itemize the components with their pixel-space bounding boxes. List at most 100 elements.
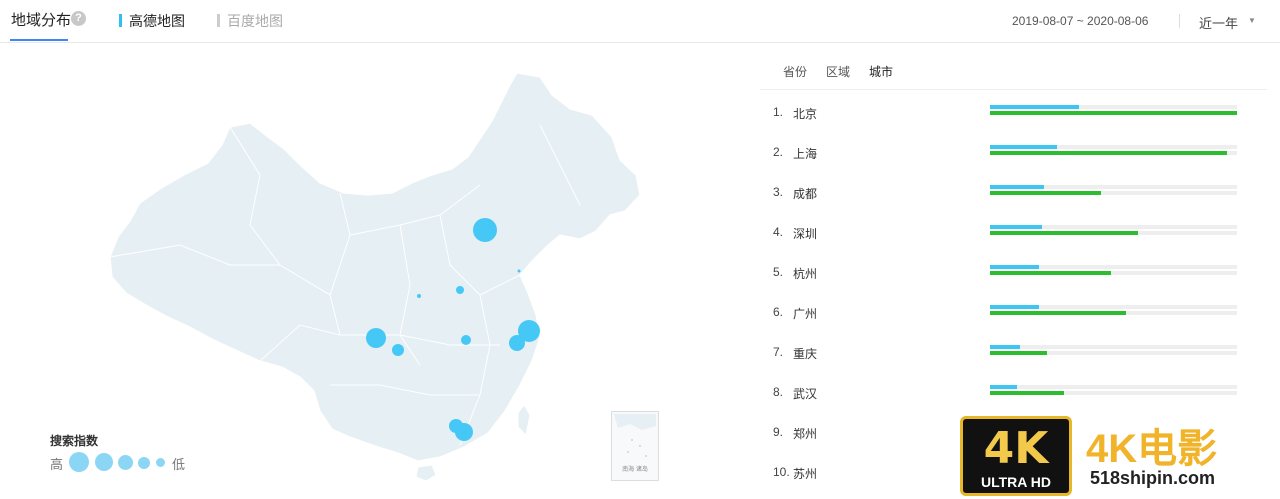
tab-label: 高德地图: [129, 13, 185, 29]
legend-dot-md: [118, 455, 133, 470]
city-name: 上海: [793, 147, 818, 161]
bar-fill-blue: [990, 265, 1039, 269]
bubble-wuhan[interactable]: [461, 335, 471, 345]
bar-track-blue: [990, 385, 1237, 389]
city-name: 武汉: [793, 387, 818, 401]
region-subtabs: 省份 区域 城市: [760, 60, 1267, 90]
chevron-down-icon[interactable]: ▼: [1248, 16, 1256, 25]
tab-indicator: [119, 14, 122, 27]
legend-title: 搜索指数: [50, 434, 99, 448]
top-bar: 地域分布 ? 高德地图 百度地图 2019-08-07 ~ 2020-08-06…: [0, 0, 1280, 43]
tab-gaode-map[interactable]: 高德地图: [119, 11, 185, 31]
watermark-badge-sub: ULTRA HD: [981, 474, 1051, 490]
bar-track-blue: [990, 185, 1237, 189]
bar-fill-green: [990, 351, 1047, 355]
table-row[interactable]: 5. 杭州: [760, 265, 1267, 305]
watermark-brand: 4K电影: [1086, 427, 1218, 471]
bar-fill-green: [990, 311, 1126, 315]
rank-number: 7.: [773, 345, 784, 359]
map-landmass: [109, 72, 641, 462]
china-map[interactable]: [100, 65, 670, 495]
watermark-badge-main: 4K: [983, 423, 1049, 474]
bar-fill-blue: [990, 105, 1079, 109]
bar-track-green: [990, 191, 1237, 195]
rank-number: 10.: [773, 465, 790, 479]
bubble-chongqing[interactable]: [392, 344, 404, 356]
bubble-zhengzhou[interactable]: [456, 286, 464, 294]
bubble-beijing[interactable]: [473, 218, 497, 242]
tab-city[interactable]: 城市: [869, 63, 893, 80]
watermark: 4K ULTRA HD 4K电影 518shipin.com: [958, 412, 1280, 499]
bar-fill-green: [990, 111, 1237, 115]
tab-indicator: [217, 14, 220, 27]
bar-track-blue: [990, 345, 1237, 349]
rank-number: 2.: [773, 145, 784, 159]
legend-low-label: 低: [172, 457, 186, 472]
bar-fill-green: [990, 151, 1227, 155]
bar-track-blue: [990, 105, 1237, 109]
inset-label: 南海 诸岛: [622, 467, 648, 473]
bubble-xian[interactable]: [417, 294, 421, 298]
legend-dot-sm: [138, 457, 150, 469]
bar-fill-blue: [990, 225, 1042, 229]
watermark-url: 518shipin.com: [1090, 468, 1216, 488]
bar-track-green: [990, 351, 1237, 355]
tab-label: 百度地图: [227, 13, 283, 29]
bar-fill-blue: [990, 185, 1044, 189]
page-title: 地域分布: [11, 12, 72, 29]
taiwan-island: [517, 404, 531, 437]
legend-dot-xs: [156, 458, 165, 467]
bar-fill-blue: [990, 145, 1057, 149]
city-name: 成都: [793, 187, 818, 201]
rank-number: 4.: [773, 225, 784, 239]
watermark-badge: 4K ULTRA HD: [960, 416, 1072, 496]
tab-province[interactable]: 省份: [783, 63, 807, 80]
tab-region[interactable]: 区域: [826, 63, 850, 80]
bar-track-blue: [990, 145, 1237, 149]
bar-track-blue: [990, 265, 1237, 269]
bar-fill-blue: [990, 345, 1020, 349]
table-row[interactable]: 7. 重庆: [760, 345, 1267, 385]
bar-track-green: [990, 151, 1237, 155]
city-name: 杭州: [793, 267, 818, 281]
date-range: 2019-08-07 ~ 2020-08-06: [1012, 14, 1149, 28]
bubble-qingdao[interactable]: [517, 269, 521, 273]
rank-number: 3.: [773, 185, 784, 199]
table-row[interactable]: 4. 深圳: [760, 225, 1267, 265]
help-icon[interactable]: ?: [71, 11, 86, 26]
city-name: 苏州: [793, 467, 818, 481]
table-row[interactable]: 1. 北京: [760, 105, 1267, 145]
hainan-island: [415, 464, 437, 482]
bar-track-green: [990, 111, 1237, 115]
bar-track-green: [990, 271, 1237, 275]
table-row[interactable]: 3. 成都: [760, 185, 1267, 225]
legend-high-label: 高: [50, 457, 64, 472]
table-row[interactable]: 2. 上海: [760, 145, 1267, 185]
bubble-hangzhou[interactable]: [509, 335, 525, 351]
bar-fill-green: [990, 271, 1111, 275]
city-name: 重庆: [793, 347, 818, 361]
bar-track-green: [990, 391, 1237, 395]
legend-dot-xl: [69, 452, 89, 472]
bar-fill-green: [990, 391, 1064, 395]
period-select[interactable]: 近一年: [1199, 13, 1238, 32]
bubble-guangzhou[interactable]: [449, 419, 463, 433]
bar-track-green: [990, 231, 1237, 235]
table-row[interactable]: 6. 广州: [760, 305, 1267, 345]
legend-dot-lg: [95, 453, 113, 471]
bar-fill-green: [990, 231, 1138, 235]
title-underline: [10, 39, 68, 41]
rank-number: 8.: [773, 385, 784, 399]
bar-track-blue: [990, 305, 1237, 309]
bar-track-green: [990, 311, 1237, 315]
rank-number: 1.: [773, 105, 784, 119]
bubble-chengdu[interactable]: [366, 328, 386, 348]
inset-map: [614, 414, 656, 457]
bar-fill-blue: [990, 305, 1039, 309]
rank-number: 5.: [773, 265, 784, 279]
city-name: 深圳: [793, 227, 818, 241]
bar-track-blue: [990, 225, 1237, 229]
rank-number: 9.: [773, 425, 784, 439]
city-name: 北京: [793, 107, 818, 121]
tab-baidu-map[interactable]: 百度地图: [217, 11, 283, 31]
